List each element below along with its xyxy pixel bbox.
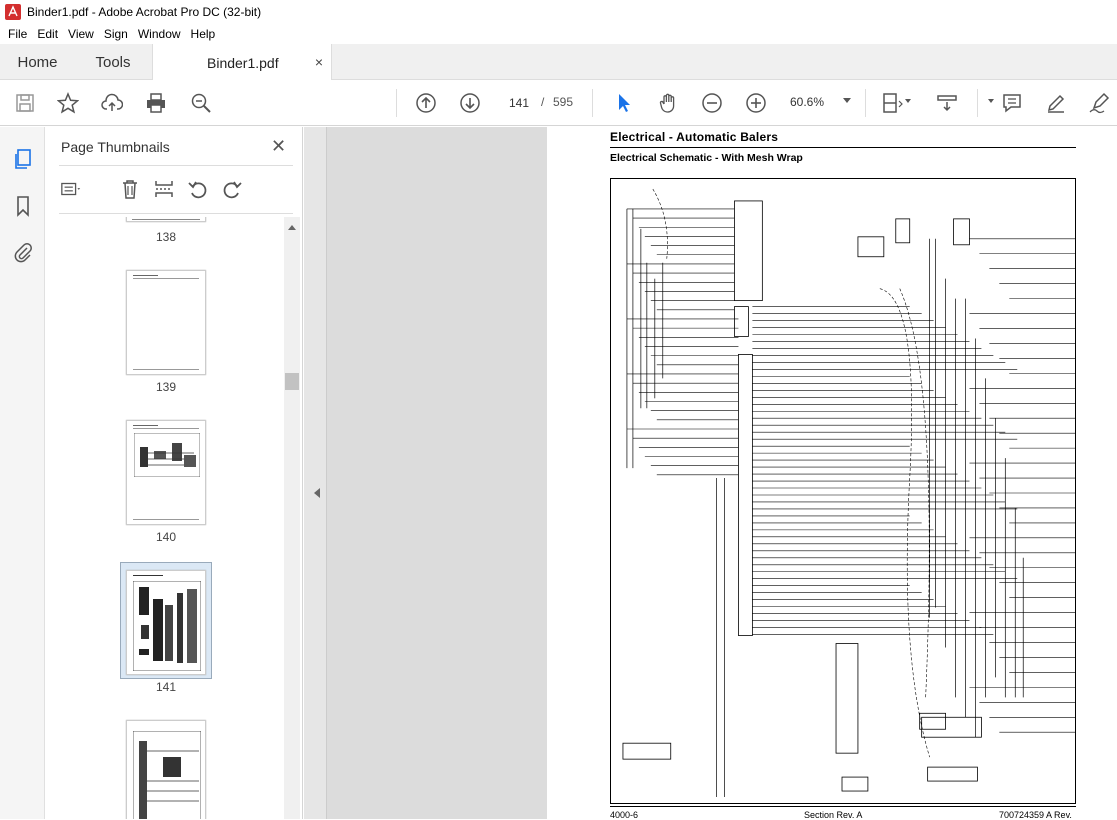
thumbnail-page[interactable] <box>126 217 206 222</box>
panel-title: Page Thumbnails <box>61 139 170 155</box>
tab-document-label: Binder1.pdf <box>207 54 279 71</box>
window-title: Binder1.pdf - Adobe Acrobat Pro DC (32-b… <box>27 4 262 19</box>
page-total: 595 <box>553 95 574 109</box>
close-icon[interactable]: ✕ <box>271 136 286 157</box>
hand-tool-icon[interactable] <box>656 91 680 115</box>
thumbnail-page[interactable] <box>126 270 206 375</box>
scrollbar-thumb[interactable] <box>285 373 299 390</box>
save-icon[interactable] <box>13 91 37 115</box>
toolbar-divider <box>977 89 978 117</box>
thumbnail-label: 139 <box>155 380 177 394</box>
menu-file[interactable]: File <box>4 27 31 41</box>
acrobat-logo-icon <box>5 3 21 20</box>
tab-tools[interactable]: Tools <box>75 44 151 80</box>
star-icon[interactable] <box>56 91 80 115</box>
thumbnail-page[interactable] <box>126 420 206 525</box>
thumbnail-label: 138 <box>155 230 177 244</box>
document-title: Electrical - Automatic Balers <box>610 130 779 144</box>
bookmark-icon[interactable] <box>11 194 35 218</box>
page-separator: / <box>541 95 545 109</box>
footer-rule <box>610 806 1076 807</box>
trash-icon[interactable] <box>118 177 142 201</box>
chevron-down-icon[interactable] <box>843 98 851 103</box>
menu-help[interactable]: Help <box>187 27 220 41</box>
document-subtitle: Electrical Schematic - With Mesh Wrap <box>610 152 803 164</box>
zoom-level-dropdown[interactable]: 60.6% <box>790 95 824 109</box>
chevron-down-icon[interactable] <box>988 99 994 103</box>
collapse-panel-icon[interactable] <box>314 488 320 498</box>
chevron-down-icon[interactable] <box>905 99 911 103</box>
insert-page-icon[interactable] <box>152 177 176 201</box>
thumbnail-label: 141 <box>155 680 177 694</box>
options-menu-icon[interactable] <box>59 177 83 201</box>
attachment-icon[interactable] <box>11 240 35 264</box>
toolbar-divider <box>865 89 866 117</box>
zoom-out-icon[interactable] <box>700 91 724 115</box>
left-rail <box>0 127 45 819</box>
menu-bar: File Edit View Sign Window Help <box>0 23 1117 44</box>
panel-divider <box>59 165 293 166</box>
menu-window[interactable]: Window <box>134 27 185 41</box>
document-gutter <box>327 127 547 819</box>
print-icon[interactable] <box>144 91 168 115</box>
rotate-cw-icon[interactable] <box>220 177 244 201</box>
menu-view[interactable]: View <box>64 27 98 41</box>
rotate-ccw-icon[interactable] <box>186 177 210 201</box>
previous-page-icon[interactable] <box>414 91 438 115</box>
page-thumbnails-icon[interactable] <box>11 147 35 171</box>
scroll-up-icon[interactable] <box>288 225 296 230</box>
menu-edit[interactable]: Edit <box>33 27 62 41</box>
fit-page-icon[interactable] <box>880 91 904 115</box>
comment-icon[interactable] <box>1000 91 1024 115</box>
zoom-in-icon[interactable] <box>744 91 768 115</box>
sign-pen-icon[interactable] <box>1087 91 1111 115</box>
tab-home[interactable]: Home <box>0 44 75 80</box>
thumbnail-scrollbar[interactable] <box>284 217 300 819</box>
upload-cloud-icon[interactable] <box>100 91 124 115</box>
tab-document[interactable]: Binder1.pdf × <box>152 44 332 81</box>
thumbnail-page[interactable] <box>126 720 206 819</box>
thumbnail-label: 140 <box>155 530 177 544</box>
next-page-icon[interactable] <box>458 91 482 115</box>
menu-sign[interactable]: Sign <box>100 27 132 41</box>
select-cursor-icon[interactable] <box>612 91 636 115</box>
thumbnail-list: 138 139 140 141 <box>59 217 287 819</box>
title-bar: Binder1.pdf - Adobe Acrobat Pro DC (32-b… <box>0 0 1117 23</box>
thumbnail-page[interactable] <box>126 570 206 675</box>
pdf-page[interactable]: Electrical - Automatic Balers Electrical… <box>547 127 1117 820</box>
title-rule <box>610 147 1076 148</box>
page-number-input[interactable]: 141 <box>500 90 538 114</box>
highlight-pen-icon[interactable] <box>1044 91 1068 115</box>
toolbar-divider <box>592 89 593 117</box>
electrical-schematic <box>610 178 1076 804</box>
scroll-mode-icon[interactable] <box>935 91 959 115</box>
zoom-search-icon[interactable] <box>189 91 213 115</box>
tab-bar: Home Tools Binder1.pdf × <box>0 44 1117 81</box>
toolbar-divider <box>396 89 397 117</box>
panel-divider <box>59 213 293 214</box>
tab-close-icon[interactable]: × <box>315 54 323 70</box>
